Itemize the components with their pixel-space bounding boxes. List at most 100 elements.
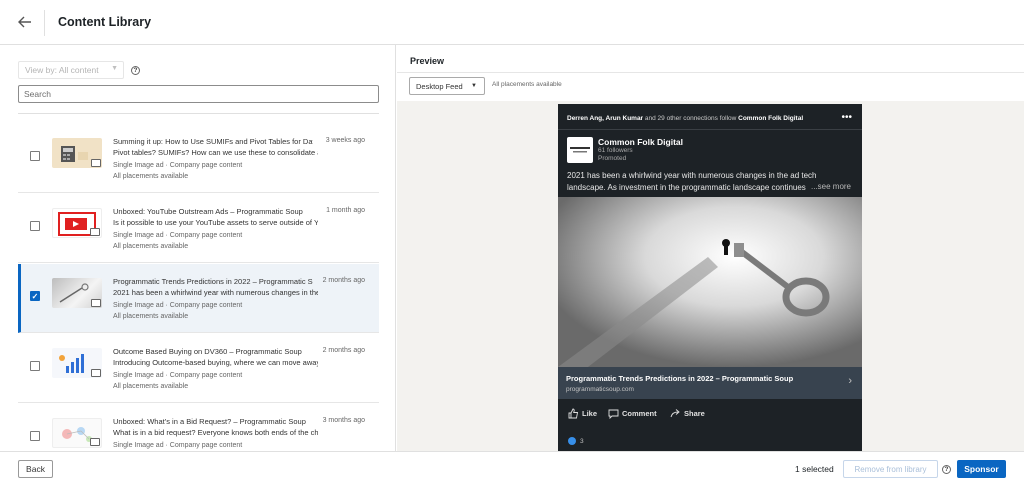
post-actions: Like Comment Share	[568, 408, 858, 422]
company-info: Common Folk Digital 61 followers Promote…	[598, 137, 683, 163]
link-preview-bar[interactable]: Programmatic Trends Predictions in 2022 …	[558, 367, 862, 399]
chevron-down-icon: ▼	[111, 65, 118, 72]
reaction-count: 3	[580, 437, 584, 445]
item-thumbnail	[52, 278, 102, 308]
preview-title: Preview	[410, 56, 445, 66]
item-age: 3 months ago	[322, 417, 365, 424]
image-type-icon	[91, 369, 101, 377]
feed-type-dropdown[interactable]: Desktop Feed ▼	[409, 77, 485, 95]
footer-bar: Back 1 selected Remove from library ? Sp…	[0, 451, 1024, 484]
content-list-item[interactable]: Summing it up: How to Use SUMIFs and Piv…	[18, 124, 379, 193]
reactions-summary[interactable]: 3	[568, 437, 584, 445]
placements-note: All placements available	[492, 81, 562, 88]
content-list-panel: View by: All content ▼ ? Summing it up: …	[0, 45, 396, 451]
like-button[interactable]: Like	[568, 408, 597, 419]
item-type: Single Image ad · Company page content	[113, 442, 243, 449]
like-reaction-icon	[568, 437, 576, 445]
connections-names: Derren Ang, Arun Kumar	[567, 115, 644, 122]
connections-mid: and 29 other connections follow	[643, 115, 739, 122]
selected-count: 1 selected	[795, 464, 834, 474]
item-placements: All placements available	[113, 313, 189, 320]
post-divider	[558, 129, 862, 130]
share-icon	[670, 409, 680, 418]
like-label: Like	[582, 409, 598, 418]
comment-icon	[608, 409, 619, 419]
connections-line: Derren Ang, Arun Kumar and 29 other conn…	[567, 115, 803, 122]
promoted-label: Promoted	[598, 155, 627, 162]
share-label: Share	[684, 409, 705, 418]
item-age: 1 month ago	[326, 207, 365, 214]
item-title: Unboxed: YouTube Outstream Ads – Program…	[113, 207, 303, 216]
item-checkbox-checked[interactable]: ✓	[30, 291, 40, 301]
item-title: Summing it up: How to Use SUMIFs and Piv…	[113, 137, 313, 146]
thumbs-up-icon	[568, 408, 579, 419]
header-bar: Content Library	[0, 0, 1024, 45]
item-thumbnail	[52, 348, 102, 378]
feed-type-label: Desktop Feed	[416, 82, 463, 91]
item-placements: All placements available	[113, 243, 189, 250]
link-domain: programmaticsoup.com	[566, 386, 634, 393]
content-list-item-selected[interactable]: ✓ Programmatic Trends Predictions in 202…	[18, 264, 379, 333]
item-age: 2 months ago	[322, 347, 365, 354]
item-title: Programmatic Trends Predictions in 2022 …	[113, 277, 313, 286]
company-followers: 61 followers	[598, 147, 633, 154]
item-checkbox[interactable]	[30, 221, 40, 231]
item-age: 3 weeks ago	[325, 137, 365, 144]
content-list-item[interactable]: Unboxed: What’s in a Bid Request? – Prog…	[18, 404, 379, 451]
share-button[interactable]: Share	[670, 408, 705, 419]
comment-button[interactable]: Comment	[608, 408, 657, 419]
remove-from-library-button[interactable]: Remove from library	[843, 460, 938, 478]
connections-company: Common Folk Digital	[738, 115, 804, 122]
image-type-icon	[90, 438, 100, 446]
company-logo	[567, 137, 593, 163]
back-arrow-icon[interactable]	[14, 11, 36, 33]
preview-canvas: Derren Ang, Arun Kumar and 29 other conn…	[397, 101, 1024, 451]
chevron-right-icon: ›	[848, 375, 852, 387]
item-checkbox[interactable]	[30, 151, 40, 161]
item-checkbox[interactable]	[30, 431, 40, 441]
list-divider	[18, 113, 379, 114]
item-thumbnail	[52, 418, 102, 448]
item-description: Is it possible to use your YouTube asset…	[113, 218, 318, 227]
item-title: Unboxed: What’s in a Bid Request? – Prog…	[113, 417, 306, 426]
item-description: What is in a bid request? Everyone knows…	[113, 428, 318, 437]
item-type: Single Image ad · Company page content	[113, 372, 243, 379]
comment-label: Comment	[622, 409, 657, 418]
item-type: Single Image ad · Company page content	[113, 232, 243, 239]
item-description: Pivot tables? SUMIFs? How can we use the…	[113, 148, 318, 157]
item-type: Single Image ad · Company page content	[113, 302, 243, 309]
item-thumbnail	[52, 208, 102, 238]
company-name[interactable]: Common Folk Digital	[598, 137, 683, 147]
page-title: Content Library	[58, 15, 152, 29]
help-icon[interactable]: ?	[131, 66, 140, 75]
more-options-icon[interactable]: •••	[841, 112, 852, 123]
post-image	[558, 197, 862, 367]
search-input[interactable]	[18, 85, 379, 103]
item-title: Outcome Based Buying on DV360 – Programm…	[113, 347, 302, 356]
item-checkbox[interactable]	[30, 361, 40, 371]
item-description: 2021 has been a whirlwind year with nume…	[113, 288, 318, 297]
item-placements: All placements available	[113, 173, 189, 180]
back-button[interactable]: Back	[18, 460, 53, 478]
image-type-icon	[91, 159, 101, 167]
item-type: Single Image ad · Company page content	[113, 162, 243, 169]
view-by-label: View by: All content	[25, 65, 99, 75]
item-thumbnail	[52, 138, 102, 168]
sponsor-button[interactable]: Sponsor	[957, 460, 1006, 478]
see-more-link[interactable]: ...see more	[807, 182, 851, 191]
content-list-item[interactable]: Unboxed: YouTube Outstream Ads – Program…	[18, 194, 379, 263]
help-icon[interactable]: ?	[942, 465, 951, 474]
view-by-dropdown[interactable]: View by: All content ▼	[18, 61, 124, 79]
image-type-icon	[91, 299, 101, 307]
item-age: 2 months ago	[322, 277, 365, 284]
item-description: Introducing Outcome-based buying, where …	[113, 358, 318, 367]
ad-preview-post: Derren Ang, Arun Kumar and 29 other conn…	[558, 104, 862, 451]
chevron-down-icon: ▼	[471, 83, 477, 89]
preview-panel: Preview Desktop Feed ▼ All placements av…	[397, 45, 1024, 451]
link-title: Programmatic Trends Predictions in 2022 …	[566, 374, 794, 383]
item-placements: All placements available	[113, 383, 189, 390]
preview-divider	[397, 72, 1024, 73]
header-divider	[44, 10, 45, 36]
content-list-item[interactable]: Outcome Based Buying on DV360 – Programm…	[18, 334, 379, 403]
image-type-icon	[90, 228, 100, 236]
